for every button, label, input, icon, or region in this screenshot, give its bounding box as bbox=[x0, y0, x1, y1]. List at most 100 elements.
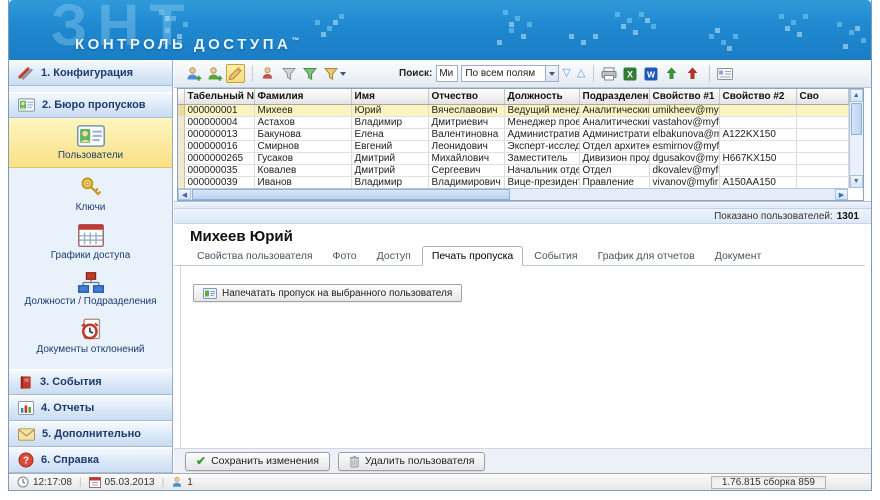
table-cell[interactable]: Леонидович bbox=[428, 140, 505, 153]
sidebar-item-access-schedules[interactable]: Графики доступа bbox=[9, 217, 172, 265]
tab-photo[interactable]: Фото bbox=[324, 247, 366, 265]
table-cell[interactable]: H667KX150 bbox=[719, 152, 797, 165]
table-cell[interactable]: Астахов bbox=[254, 116, 352, 129]
table-cell[interactable] bbox=[719, 104, 797, 117]
tab-access[interactable]: Доступ bbox=[368, 247, 420, 265]
table-cell[interactable] bbox=[719, 164, 797, 177]
export-word-button[interactable]: W bbox=[641, 64, 660, 83]
table-cell[interactable]: Валентиновна bbox=[428, 128, 505, 141]
add-user-group-button[interactable] bbox=[205, 64, 224, 83]
table-cell[interactable]: Гусаков bbox=[254, 152, 352, 165]
table-cell[interactable]: dgusakov@myfirm.or bbox=[649, 152, 720, 165]
table-cell[interactable] bbox=[796, 104, 849, 117]
table-cell[interactable]: Дмитрий bbox=[351, 152, 429, 165]
column-header[interactable]: Сво bbox=[796, 89, 849, 105]
table-cell[interactable]: Юрий bbox=[351, 104, 429, 117]
table-cell[interactable]: esmirnov@myfirm.or bbox=[649, 140, 720, 153]
table-row[interactable]: 000000035 Ковалев Дмитрий Сергеевич Начальни… bbox=[178, 164, 849, 177]
sidebar-section-help[interactable]: ? 6. Справка bbox=[9, 447, 172, 473]
scroll-right-arrow[interactable]: ▶ bbox=[835, 189, 848, 200]
sidebar-section-additional[interactable]: 5. Дополнительно bbox=[9, 421, 172, 447]
table-cell[interactable]: Вице-президент по bbox=[504, 176, 580, 189]
table-cell[interactable]: 0000000265 bbox=[184, 152, 255, 165]
sort-ascending-button[interactable]: △ bbox=[577, 64, 585, 83]
scroll-up-arrow[interactable]: ▲ bbox=[849, 89, 863, 102]
card-layout-button[interactable] bbox=[715, 64, 734, 83]
table-cell[interactable] bbox=[719, 116, 797, 129]
table-cell[interactable]: Смирнов bbox=[254, 140, 352, 153]
table-cell[interactable] bbox=[796, 164, 849, 177]
tab-user-properties[interactable]: Свойства пользователя bbox=[188, 247, 322, 265]
table-cell[interactable]: Елена bbox=[351, 128, 429, 141]
table-cell[interactable] bbox=[796, 140, 849, 153]
table-cell[interactable] bbox=[796, 176, 849, 189]
table-cell[interactable]: A150AA150 bbox=[719, 176, 797, 189]
table-cell[interactable]: elbakunova@myfirm. bbox=[649, 128, 720, 141]
column-header[interactable]: Фамилия bbox=[254, 89, 352, 105]
table-cell[interactable]: 000000013 bbox=[184, 128, 255, 141]
tab-events[interactable]: События bbox=[525, 247, 586, 265]
horizontal-scrollbar[interactable]: ◀ ▶ bbox=[178, 188, 848, 200]
sort-descending-button[interactable]: ▽ bbox=[562, 64, 570, 83]
table-cell[interactable] bbox=[796, 116, 849, 129]
vertical-scroll-thumb[interactable] bbox=[850, 103, 862, 135]
table-row[interactable]: 000000004 Астахов Владимир Дмитриевич Менедж… bbox=[178, 116, 849, 129]
import-button[interactable] bbox=[662, 64, 681, 83]
table-cell[interactable]: Владимир bbox=[351, 176, 429, 189]
table-cell[interactable]: Эксперт-исследова bbox=[504, 140, 580, 153]
table-cell[interactable]: Менеджер проектов bbox=[504, 116, 580, 129]
column-header[interactable]: Имя bbox=[351, 89, 429, 105]
table-cell[interactable]: vastahov@myfirm.or bbox=[649, 116, 720, 129]
combo-dropdown-button[interactable] bbox=[545, 66, 559, 81]
table-cell[interactable]: Ведущий менеджер bbox=[504, 104, 580, 117]
table-row[interactable]: 000000013 Бакунова Елена Валентиновна Админи… bbox=[178, 128, 849, 141]
table-cell[interactable]: Вячеславович bbox=[428, 104, 505, 117]
horizontal-scroll-thumb[interactable] bbox=[192, 189, 510, 200]
table-cell[interactable]: Сергеевич bbox=[428, 164, 505, 177]
table-cell[interactable]: Правление bbox=[579, 176, 650, 189]
tab-print-pass[interactable]: Печать пропуска bbox=[421, 246, 524, 266]
table-cell[interactable]: Административный bbox=[504, 128, 580, 141]
table-cell[interactable] bbox=[719, 140, 797, 153]
column-header[interactable]: Подразделение bbox=[579, 89, 650, 105]
table-cell[interactable]: Евгений bbox=[351, 140, 429, 153]
table-row[interactable]: 0000000265 Гусаков Дмитрий Михайлович Замест… bbox=[178, 152, 849, 165]
table-cell[interactable]: umikheev@myfirm.or bbox=[649, 104, 720, 117]
print-button[interactable] bbox=[599, 64, 618, 83]
table-cell[interactable]: Михайлович bbox=[428, 152, 505, 165]
table-cell[interactable]: Владимир bbox=[351, 116, 429, 129]
table-cell[interactable] bbox=[796, 152, 849, 165]
sidebar-item-deviation-documents[interactable]: Документы отклонений bbox=[9, 311, 172, 359]
table-cell[interactable]: Ковалев bbox=[254, 164, 352, 177]
table-cell[interactable]: dkovalev@myfirm.or bbox=[649, 164, 720, 177]
tab-document[interactable]: Документ bbox=[706, 247, 771, 265]
scroll-left-arrow[interactable]: ◀ bbox=[178, 189, 191, 200]
table-row[interactable]: 000000016 Смирнов Евгений Леонидович Эксперт… bbox=[178, 140, 849, 153]
table-cell[interactable]: Аналитический bbox=[579, 116, 650, 129]
vertical-scroll-track[interactable] bbox=[850, 136, 864, 175]
export-button[interactable] bbox=[683, 64, 702, 83]
sidebar-section-configuration[interactable]: 1. Конфигурация bbox=[9, 60, 172, 86]
tab-report-schedule[interactable]: График для отчетов bbox=[589, 247, 704, 265]
table-cell[interactable]: Михеев bbox=[254, 104, 352, 117]
sidebar-item-positions-departments[interactable]: Должности / Подразделения bbox=[9, 265, 172, 311]
filter-clear-button[interactable] bbox=[279, 64, 298, 83]
column-header[interactable]: Табельный № bbox=[184, 89, 255, 105]
table-cell[interactable]: Иванов bbox=[254, 176, 352, 189]
table-cell[interactable]: vivanov@myfirm.org bbox=[649, 176, 720, 189]
add-user-button[interactable] bbox=[184, 64, 203, 83]
column-header[interactable]: Отчество bbox=[428, 89, 505, 105]
sidebar-section-reports[interactable]: 4. Отчеты bbox=[9, 395, 172, 421]
table-cell[interactable]: 000000016 bbox=[184, 140, 255, 153]
table-cell[interactable]: 000000039 bbox=[184, 176, 255, 189]
table-cell[interactable]: 000000004 bbox=[184, 116, 255, 129]
horizontal-scroll-track[interactable] bbox=[510, 189, 835, 200]
scroll-down-arrow[interactable]: ▼ bbox=[849, 175, 863, 188]
table-cell[interactable] bbox=[796, 128, 849, 141]
print-pass-button[interactable]: Напечатать пропуск на выбранного пользов… bbox=[193, 284, 463, 302]
edit-user-button[interactable] bbox=[226, 64, 245, 83]
column-header[interactable]: Должность bbox=[504, 89, 580, 105]
delete-user-button-bottom[interactable]: Удалить пользователя bbox=[337, 451, 486, 471]
save-changes-button[interactable]: ✔ Сохранить изменения bbox=[185, 451, 330, 471]
table-cell[interactable]: Заместитель bbox=[504, 152, 580, 165]
